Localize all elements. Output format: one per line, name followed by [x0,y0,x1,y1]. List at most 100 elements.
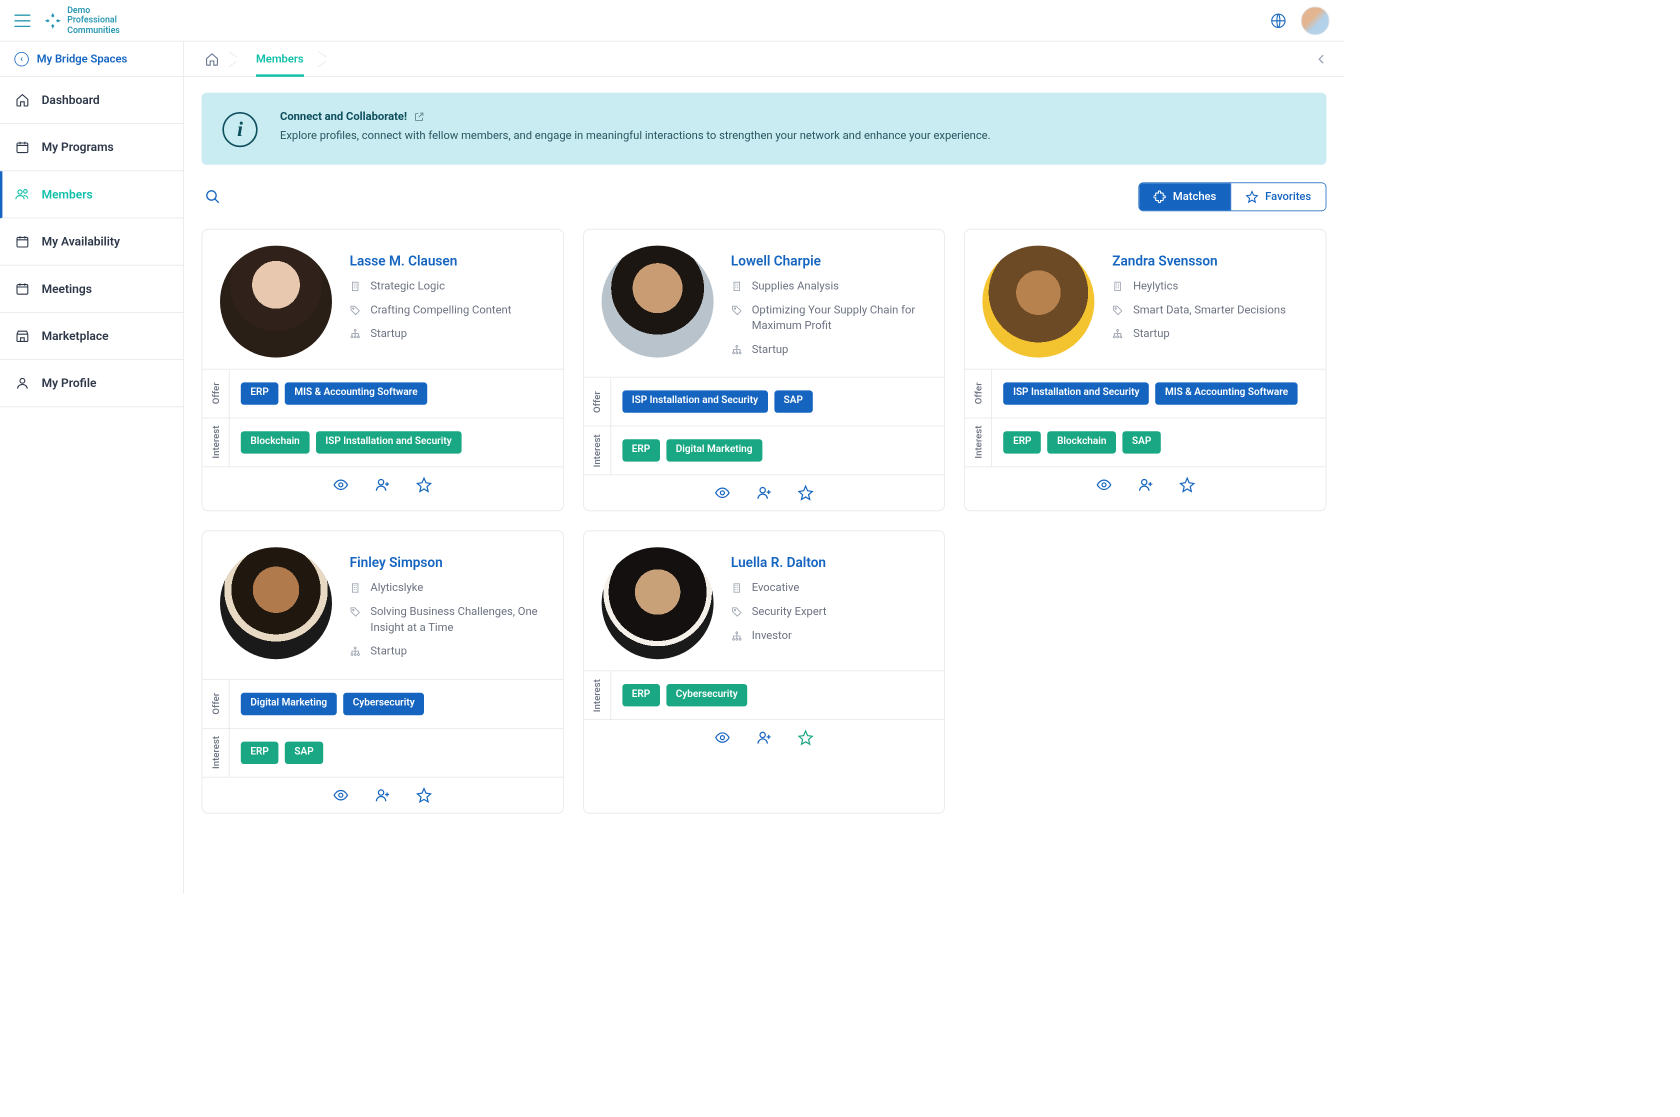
view-icon[interactable] [333,477,349,493]
sidebar-item-marketplace[interactable]: Marketplace [0,313,183,360]
sidebar-item-meetings[interactable]: Meetings [0,266,183,313]
connect-icon[interactable] [1137,477,1153,493]
interest-tag[interactable]: ERP [1003,431,1041,453]
interest-tag[interactable]: Blockchain [241,431,310,453]
topbar-right [1270,6,1329,35]
interest-tag[interactable]: SAP [1122,431,1160,453]
external-link-icon[interactable] [413,111,424,122]
banner-title-row: Connect and Collaborate! [280,110,991,123]
member-card: Finley SimpsonAlyticslykeSolving Busines… [202,531,564,814]
home-icon [14,93,30,107]
view-icon[interactable] [1096,477,1112,493]
interest-tag[interactable]: ISP Installation and Security [316,431,462,453]
member-name[interactable]: Zandra Svensson [1112,254,1308,270]
content: i Connect and Collaborate! Explore profi… [184,77,1344,830]
view-icon[interactable] [714,730,730,746]
connect-icon[interactable] [375,477,391,493]
offer-tag[interactable]: ERP [241,382,279,404]
main: Members i Connect and Collaborate! [184,42,1344,894]
card-actions [202,777,563,813]
favorite-icon[interactable] [798,730,814,746]
favorite-icon[interactable] [1179,477,1195,493]
member-tagline: Optimizing Your Supply Chain for Maximum… [752,303,927,334]
sidebar-item-my-availability[interactable]: My Availability [0,218,183,265]
favorites-button[interactable]: Favorites [1231,183,1326,210]
offer-tag[interactable]: Cybersecurity [343,693,424,715]
member-avatar[interactable] [220,548,332,660]
brand-line: Communities [67,25,120,35]
search-icon[interactable] [202,189,221,205]
users-icon [14,187,30,201]
interest-label: Interest [591,434,602,467]
breadcrumb-back-icon[interactable] [1317,54,1333,64]
sidebar-item-my-programs[interactable]: My Programs [0,124,183,171]
matches-label: Matches [1173,190,1216,203]
members-toolbar: Matches Favorites [202,182,1327,211]
offer-label: Offer [210,383,221,405]
offer-tag[interactable]: SAP [774,391,812,413]
member-name[interactable]: Luella R. Dalton [731,556,927,572]
member-avatar[interactable] [601,548,713,660]
hierarchy-icon [350,646,363,657]
language-icon[interactable] [1270,12,1286,28]
interest-section: Interest ERP Blockchain SAP [965,418,1326,467]
topbar-left: Demo Professional Communities [14,6,119,35]
member-card: Luella R. DaltonEvocativeSecurity Expert… [583,531,945,814]
back-arrow-icon: ‹ [14,52,28,66]
interest-tag[interactable]: Digital Marketing [666,440,762,462]
favorite-icon[interactable] [416,477,432,493]
favorites-label: Favorites [1265,190,1311,203]
member-avatar[interactable] [220,246,332,358]
interest-tag[interactable]: ERP [241,741,279,763]
interest-section: InterestBlockchainISP Installation and S… [202,418,563,467]
interest-tag[interactable]: Blockchain [1047,431,1116,453]
member-name[interactable]: Finley Simpson [350,556,546,572]
connect-icon[interactable] [756,730,772,746]
member-name[interactable]: Lasse M. Clausen [350,254,546,270]
menu-toggle-icon[interactable] [14,14,30,27]
offer-label: Offer [210,693,221,715]
sidebar-back-link[interactable]: ‹ My Bridge Spaces [0,42,183,77]
hierarchy-icon [731,344,744,355]
user-avatar[interactable] [1301,6,1330,35]
member-avatar[interactable] [601,246,713,358]
favorite-icon[interactable] [798,485,814,501]
interest-tag[interactable]: Cybersecurity [666,684,747,706]
sidebar-item-label: Members [42,187,93,201]
member-avatar[interactable] [983,246,1095,358]
card-actions [584,475,945,511]
member-type: Startup [752,342,789,358]
member-card: Lowell CharpieSupplies AnalysisOptimizin… [583,229,945,512]
toolbar-button-group: Matches Favorites [1139,182,1327,211]
members-grid: Lasse M. ClausenStrategic LogicCrafting … [202,229,1327,814]
breadcrumb-current[interactable]: Members [242,41,318,76]
offer-tag[interactable]: ISP Installation and Security [622,391,768,413]
sidebar-item-members[interactable]: Members [0,171,183,218]
interest-tag[interactable]: SAP [285,741,323,763]
connect-icon[interactable] [375,787,391,803]
view-icon[interactable] [714,485,730,501]
offer-section: Offer Digital Marketing Cybersecurity [202,679,563,728]
brand-logo[interactable]: Demo Professional Communities [43,6,120,35]
favorite-icon[interactable] [416,787,432,803]
sidebar-item-dashboard[interactable]: Dashboard [0,77,183,124]
matches-button[interactable]: Matches [1139,183,1230,210]
interest-tag[interactable]: ERP [622,684,660,706]
star-icon [1246,190,1259,203]
hierarchy-icon [1112,328,1125,339]
view-icon[interactable] [333,787,349,803]
interest-label: Interest [973,426,984,459]
interest-tag[interactable]: ERP [622,440,660,462]
offer-tag[interactable]: MIS & Accounting Software [285,382,427,404]
member-type: Startup [370,644,407,660]
member-name[interactable]: Lowell Charpie [731,254,927,270]
breadcrumb-home-icon[interactable] [195,52,229,66]
tag-icon [1112,304,1125,315]
sidebar-item-my-profile[interactable]: My Profile [0,360,183,407]
card-actions [202,466,563,502]
offer-tag[interactable]: Digital Marketing [241,693,337,715]
connect-icon[interactable] [756,485,772,501]
offer-tag[interactable]: ISP Installation and Security [1003,382,1149,404]
calendar-icon [14,234,30,248]
offer-tag[interactable]: MIS & Accounting Software [1155,382,1297,404]
